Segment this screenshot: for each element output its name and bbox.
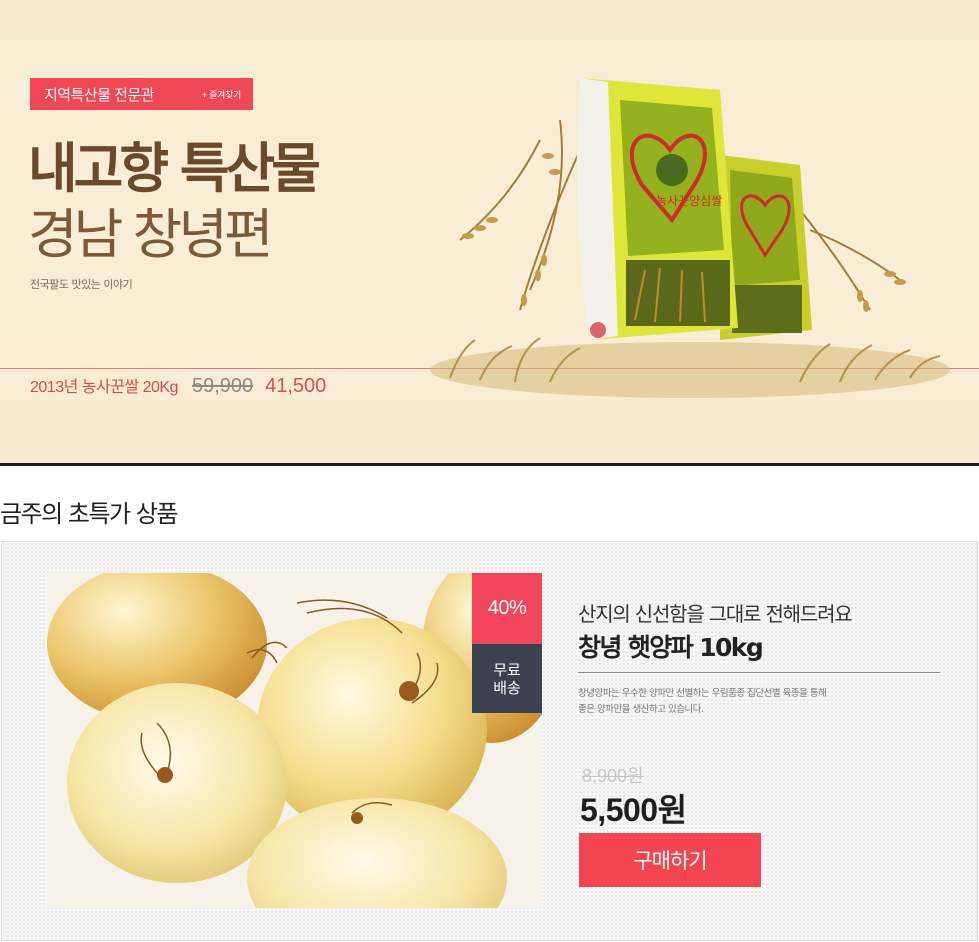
product-sale-price: 5,500원 xyxy=(580,792,687,828)
hero-price-row: 2013년 농사꾼쌀 20Kg 59,900 41,500 xyxy=(30,373,326,398)
hero-bottom-border xyxy=(0,463,979,466)
badge-label: 지역특산물 전문관 xyxy=(44,86,155,104)
onion-product-image[interactable] xyxy=(47,573,542,908)
product-description-line1: 창녕양파는 우수한 양파만 선별하는 우림품종 집단선별 육종을 통해 xyxy=(578,688,827,699)
hero-subtitle: 전국팔도 맛있는 이야기 xyxy=(30,278,133,291)
hero-sale-price: 41,500 xyxy=(265,375,327,397)
section-title: 금주의 초특가 상품 xyxy=(0,500,178,528)
region-specialty-badge: 지역특산물 전문관 + 즐겨찾기 xyxy=(30,78,253,110)
product-name[interactable]: 창녕 햇양파 10kg xyxy=(578,628,764,664)
add-favorite-link[interactable]: + 즐겨찾기 xyxy=(202,88,241,101)
product-description: 창녕양파는 우수한 양파만 선별하는 우림품종 집단선별 육종을 통해 좋은 양… xyxy=(578,686,827,718)
free-shipping-line2: 배송 xyxy=(493,678,521,697)
hero-product-name: 2013년 농사꾼쌀 20Kg xyxy=(30,379,178,396)
rice-bag-brand-text: 농사꾼양심쌀 xyxy=(656,194,722,208)
product-description-line2: 좋은 양파만을 생산하고 있습니다. xyxy=(578,704,704,715)
hero-title-secondary: 경남 창녕편 xyxy=(28,203,274,266)
product-divider xyxy=(578,672,940,673)
hero-original-price: 59,900 xyxy=(191,375,254,397)
deal-product-card: 40% 무료 배송 산지의 신선함을 그대로 전해드려요 창녕 햇양파 10kg… xyxy=(1,541,978,941)
discount-badge: 40% xyxy=(472,573,542,644)
hero-banner[interactable]: 지역특산물 전문관 + 즐겨찾기 내고향 특산물 경남 창녕편 전국팔도 맛있는… xyxy=(0,0,979,463)
product-headline: 산지의 신선함을 그대로 전해드려요 xyxy=(578,602,853,626)
free-shipping-line1: 무료 xyxy=(493,660,521,679)
free-shipping-badge: 무료 배송 xyxy=(472,644,542,713)
rice-bag-image: 농사꾼양심쌀 xyxy=(430,78,950,398)
buy-button[interactable]: 구매하기 xyxy=(579,833,761,887)
